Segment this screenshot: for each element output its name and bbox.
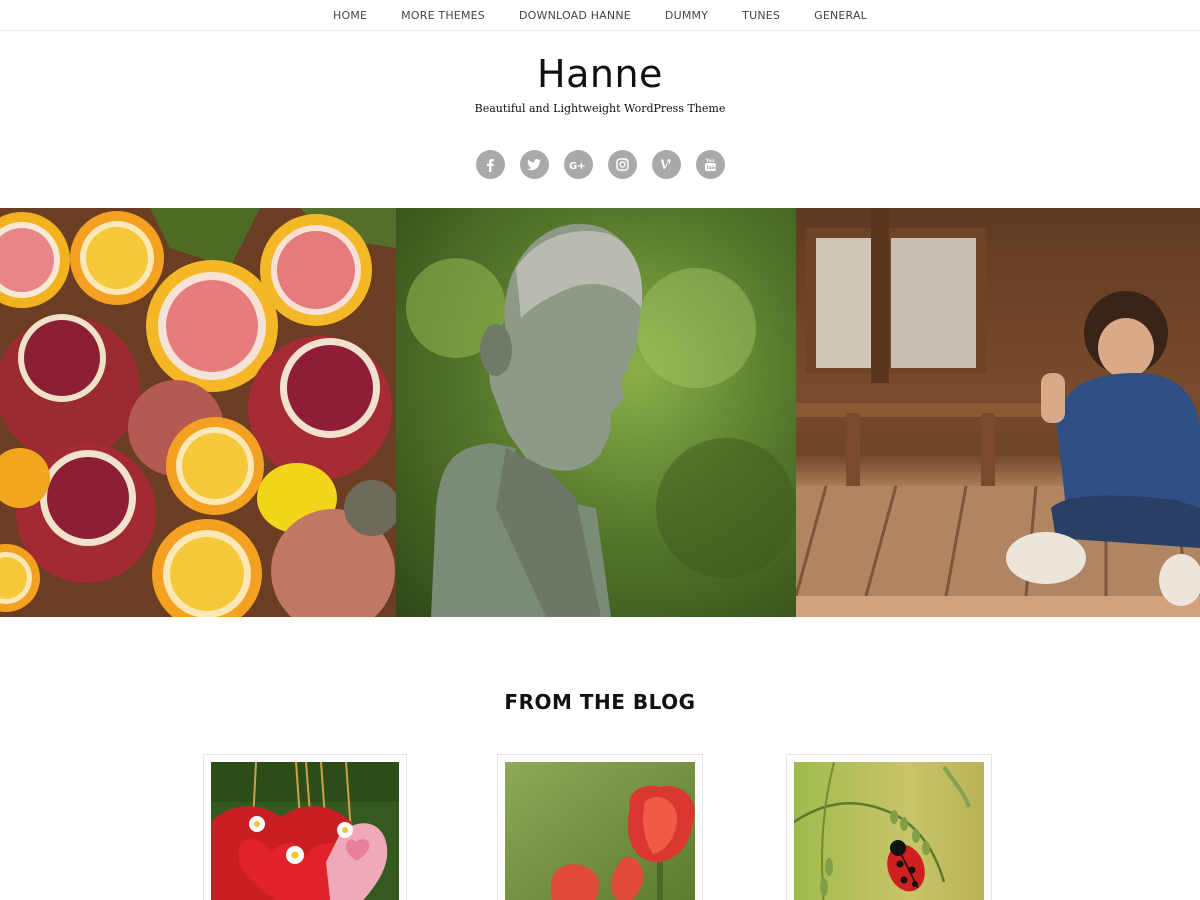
- site-tagline: Beautiful and Lightweight WordPress Them…: [474, 102, 726, 115]
- ladybug-photo[interactable]: [794, 762, 984, 900]
- blog-section-heading: FROM THE BLOG: [504, 690, 696, 714]
- citrus-and-pomegranate-photo[interactable]: [0, 208, 396, 617]
- blog-post-card[interactable]: [497, 754, 703, 900]
- felt-hearts-photo[interactable]: [211, 762, 399, 900]
- blog-post-card[interactable]: [203, 754, 407, 900]
- nav-item-general[interactable]: GENERAL: [814, 10, 867, 21]
- child-on-porch-photo[interactable]: [796, 208, 1200, 617]
- svg-text:You: You: [705, 158, 714, 163]
- vine-icon[interactable]: [651, 150, 681, 179]
- google-plus-icon[interactable]: G+: [563, 150, 593, 179]
- youtube-icon[interactable]: You Tube: [695, 150, 725, 179]
- blog-post-card[interactable]: [786, 754, 992, 900]
- site-title[interactable]: Hanne: [0, 50, 1200, 98]
- red-tulips-photo[interactable]: [505, 762, 695, 900]
- boy-statue-photo[interactable]: [396, 208, 796, 617]
- facebook-icon[interactable]: [475, 150, 505, 179]
- nav-item-dummy[interactable]: DUMMY: [665, 10, 708, 21]
- nav-item-tunes[interactable]: TUNES: [742, 10, 780, 21]
- main-navigation: HOME MORE THEMES DOWNLOAD HANNE DUMMY TU…: [0, 0, 1200, 31]
- svg-text:Tube: Tube: [706, 165, 717, 170]
- hero-gallery: [0, 208, 1200, 617]
- nav-item-more-themes[interactable]: MORE THEMES: [401, 10, 485, 21]
- svg-text:G+: G+: [569, 161, 586, 171]
- instagram-icon[interactable]: [607, 150, 637, 179]
- nav-item-download-hanne[interactable]: DOWNLOAD HANNE: [519, 10, 631, 21]
- social-links: G+ You Tube: [0, 150, 1200, 179]
- twitter-icon[interactable]: [519, 150, 549, 179]
- nav-item-home[interactable]: HOME: [333, 10, 367, 21]
